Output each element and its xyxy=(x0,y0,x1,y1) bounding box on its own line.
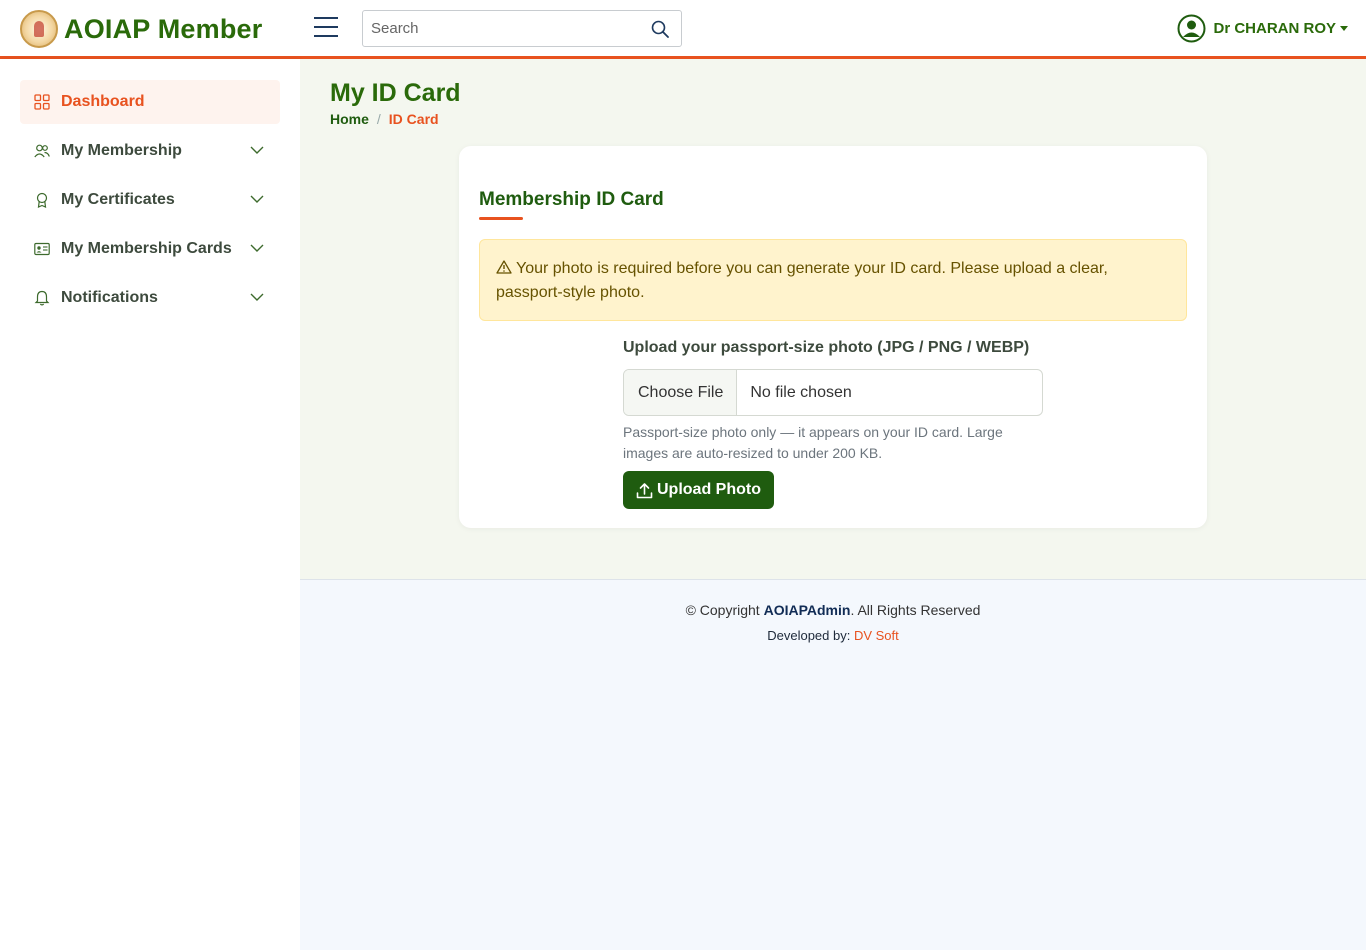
search-input[interactable] xyxy=(363,11,633,46)
developed-prefix: Developed by: xyxy=(767,628,854,643)
copyright-prefix: © Copyright xyxy=(685,602,764,618)
upload-help-text: Passport-size photo only — it appears on… xyxy=(623,424,1003,461)
photo-file-input[interactable]: Choose File No file chosen xyxy=(623,369,1043,416)
breadcrumb: Home / ID Card xyxy=(330,111,439,127)
chevron-down-icon xyxy=(250,146,264,154)
sidebar-item-label: Dashboard xyxy=(61,93,145,110)
copyright-suffix: . All Rights Reserved xyxy=(850,602,981,618)
footer: © Copyright AOIAPAdmin. All Rights Reser… xyxy=(300,579,1366,950)
sidebar-item-my-membership[interactable]: My Membership xyxy=(20,129,280,173)
award-icon xyxy=(36,192,48,208)
main-content: My ID Card Home / ID Card Membership ID … xyxy=(300,59,1366,579)
developer-link[interactable]: DV Soft xyxy=(854,628,899,643)
developer-credit: Developed by: DV Soft xyxy=(300,628,1366,643)
id-card-panel: Membership ID Card Your photo is require… xyxy=(459,146,1207,528)
brand-logo[interactable]: AOIAP Member xyxy=(20,10,262,48)
logo-seal-icon xyxy=(20,10,58,48)
chevron-down-icon xyxy=(250,293,264,301)
file-status: No file chosen xyxy=(750,383,852,401)
brand-name: AOIAP Member xyxy=(64,13,263,44)
search-box xyxy=(362,10,682,47)
warning-triangle-icon xyxy=(496,260,512,274)
sidebar-item-my-membership-cards[interactable]: My Membership Cards xyxy=(20,227,280,271)
grid-icon xyxy=(34,94,50,110)
search-icon[interactable] xyxy=(651,20,669,38)
bell-icon xyxy=(34,290,50,306)
sidebar-item-label: My Certificates xyxy=(61,191,175,208)
title-underline xyxy=(479,217,523,220)
breadcrumb-separator: / xyxy=(376,111,381,127)
sidebar-item-label: My Membership xyxy=(61,142,182,159)
upload-label: Upload your passport-size photo (JPG / P… xyxy=(623,339,1030,356)
upload-photo-button[interactable]: Upload Photo xyxy=(623,471,774,509)
alert-text: Your photo is required before you can ge… xyxy=(496,260,1108,301)
hamburger-icon xyxy=(314,17,338,19)
users-icon xyxy=(34,144,50,158)
sidebar-item-notifications[interactable]: Notifications xyxy=(20,276,280,320)
user-profile-menu[interactable]: Dr CHARAN ROY xyxy=(1177,14,1348,43)
menu-toggle-button[interactable] xyxy=(314,17,338,39)
upload-icon xyxy=(636,482,653,498)
chevron-down-icon xyxy=(250,195,264,203)
page-title: My ID Card xyxy=(330,79,461,107)
upload-button-label: Upload Photo xyxy=(657,481,761,498)
sidebar-item-label: My Membership Cards xyxy=(61,240,232,257)
copyright-text: © Copyright AOIAPAdmin. All Rights Reser… xyxy=(300,602,1366,618)
id-card-icon xyxy=(34,242,50,256)
warning-alert: Your photo is required before you can ge… xyxy=(479,239,1187,321)
breadcrumb-home-link[interactable]: Home xyxy=(330,111,369,127)
chevron-down-icon xyxy=(250,244,264,252)
sidebar-item-my-certificates[interactable]: My Certificates xyxy=(20,178,280,222)
card-title: Membership ID Card xyxy=(479,189,664,210)
user-avatar-icon xyxy=(1177,14,1206,43)
company-name: AOIAPAdmin xyxy=(763,602,851,618)
sidebar-item-dashboard[interactable]: Dashboard xyxy=(20,80,280,124)
choose-file-button[interactable]: Choose File xyxy=(624,370,738,415)
top-header: AOIAP Member Dr CHARAN ROY xyxy=(0,0,1366,59)
user-name: Dr CHARAN ROY xyxy=(1213,20,1336,37)
sidebar: Dashboard My Membership My Certificates … xyxy=(0,59,300,950)
sidebar-item-label: Notifications xyxy=(61,289,158,306)
caret-down-icon xyxy=(1340,26,1348,31)
breadcrumb-current: ID Card xyxy=(388,111,439,127)
